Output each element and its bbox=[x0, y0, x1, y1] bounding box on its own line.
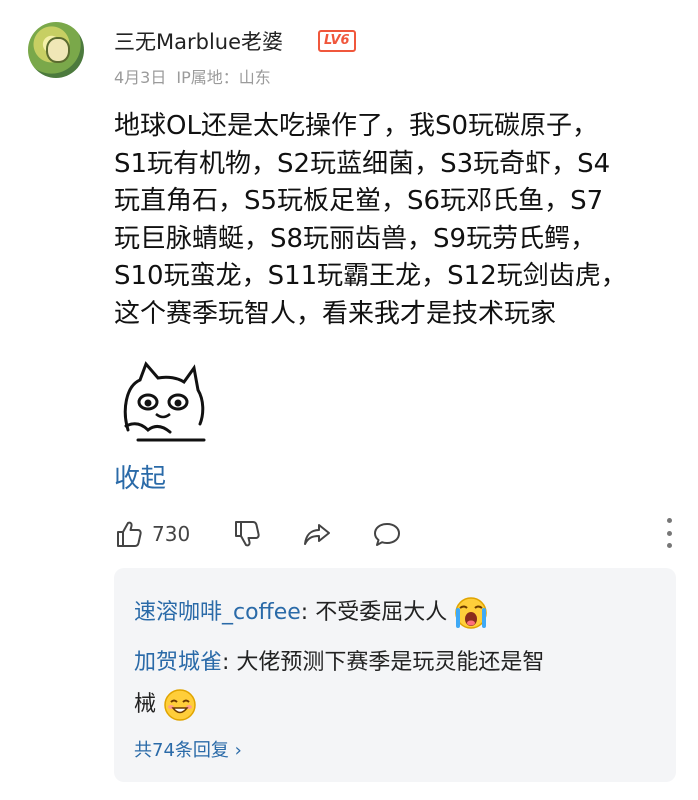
smiling-emoji bbox=[164, 689, 196, 721]
username[interactable]: 三无Marblue老婆 bbox=[114, 26, 283, 56]
like-button[interactable]: 730 bbox=[114, 516, 190, 552]
reply-item[interactable]: 速溶咖啡_coffee: 不受委屈大人 bbox=[134, 594, 488, 630]
reply-sep: : bbox=[300, 600, 316, 625]
share-button[interactable] bbox=[302, 516, 332, 552]
comment-line: 玩直角石，S5玩板足鲎，S6玩邓氏鱼，S7 bbox=[114, 186, 604, 216]
ip-location: IP属地：山东 bbox=[176, 68, 271, 87]
avatar-face bbox=[46, 37, 70, 63]
reply-author[interactable]: 加贺城雀 bbox=[134, 650, 222, 675]
reply-text: 不受委屈大人 bbox=[315, 600, 448, 625]
comment-line: S1玩有机物，S2玩蓝细菌，S3玩奇虾，S4 bbox=[114, 148, 611, 179]
comment-line: 这个赛季玩智人，看来我才是技术玩家 bbox=[114, 298, 557, 329]
more-icon[interactable] bbox=[664, 518, 674, 548]
comment-icon bbox=[374, 523, 400, 546]
reply-sep: : bbox=[222, 650, 237, 675]
comment-line: 玩巨脉蜻蜓，S8玩丽齿兽，S9玩劳氏鳄， bbox=[114, 223, 597, 254]
view-more-replies[interactable]: 共74条回复 › bbox=[134, 736, 242, 762]
comment-meta: 4月3日 IP属地：山东 bbox=[114, 64, 271, 88]
reply-text: 械 bbox=[134, 692, 157, 717]
crying-emoji bbox=[455, 597, 487, 629]
level-badge: LV6 bbox=[318, 30, 356, 52]
share-icon bbox=[304, 524, 330, 545]
thumbs-down-icon bbox=[235, 521, 260, 547]
comment-date: 4月3日 bbox=[114, 68, 167, 87]
avatar[interactable] bbox=[28, 22, 84, 78]
replies-panel: 速溶咖啡_coffee: 不受委屈大人 加贺城雀: 大佬预测下赛季是玩灵能还是智… bbox=[114, 568, 676, 782]
reply-text: 大佬预测下赛季是玩灵能还是智 bbox=[236, 650, 545, 675]
cat-sticker bbox=[123, 361, 206, 442]
comment-actions: 730 bbox=[114, 516, 674, 552]
comment-line: S10玩蛮龙，S11玩霸王龙，S12玩剑齿虎， bbox=[114, 261, 627, 291]
dislike-button[interactable] bbox=[232, 516, 262, 552]
collapse-link[interactable]: 收起 bbox=[114, 458, 166, 495]
reply-button[interactable] bbox=[372, 516, 402, 552]
reply-item[interactable]: 加贺城雀: 大佬预测下赛季是玩灵能还是智 bbox=[134, 644, 544, 676]
reply-author[interactable]: 速溶咖啡_coffee bbox=[134, 600, 301, 625]
comment-text: 地球OL还是太吃操作了，我S0玩碳原子， S1玩有机物，S2玩蓝细菌，S3玩奇虾… bbox=[114, 108, 674, 333]
comment-line: 地球OL还是太吃操作了，我S0玩碳原子， bbox=[114, 111, 598, 141]
like-count: 730 bbox=[152, 522, 191, 546]
thumbs-up-icon bbox=[117, 521, 142, 547]
reply-item-continued: 械 bbox=[134, 686, 197, 722]
